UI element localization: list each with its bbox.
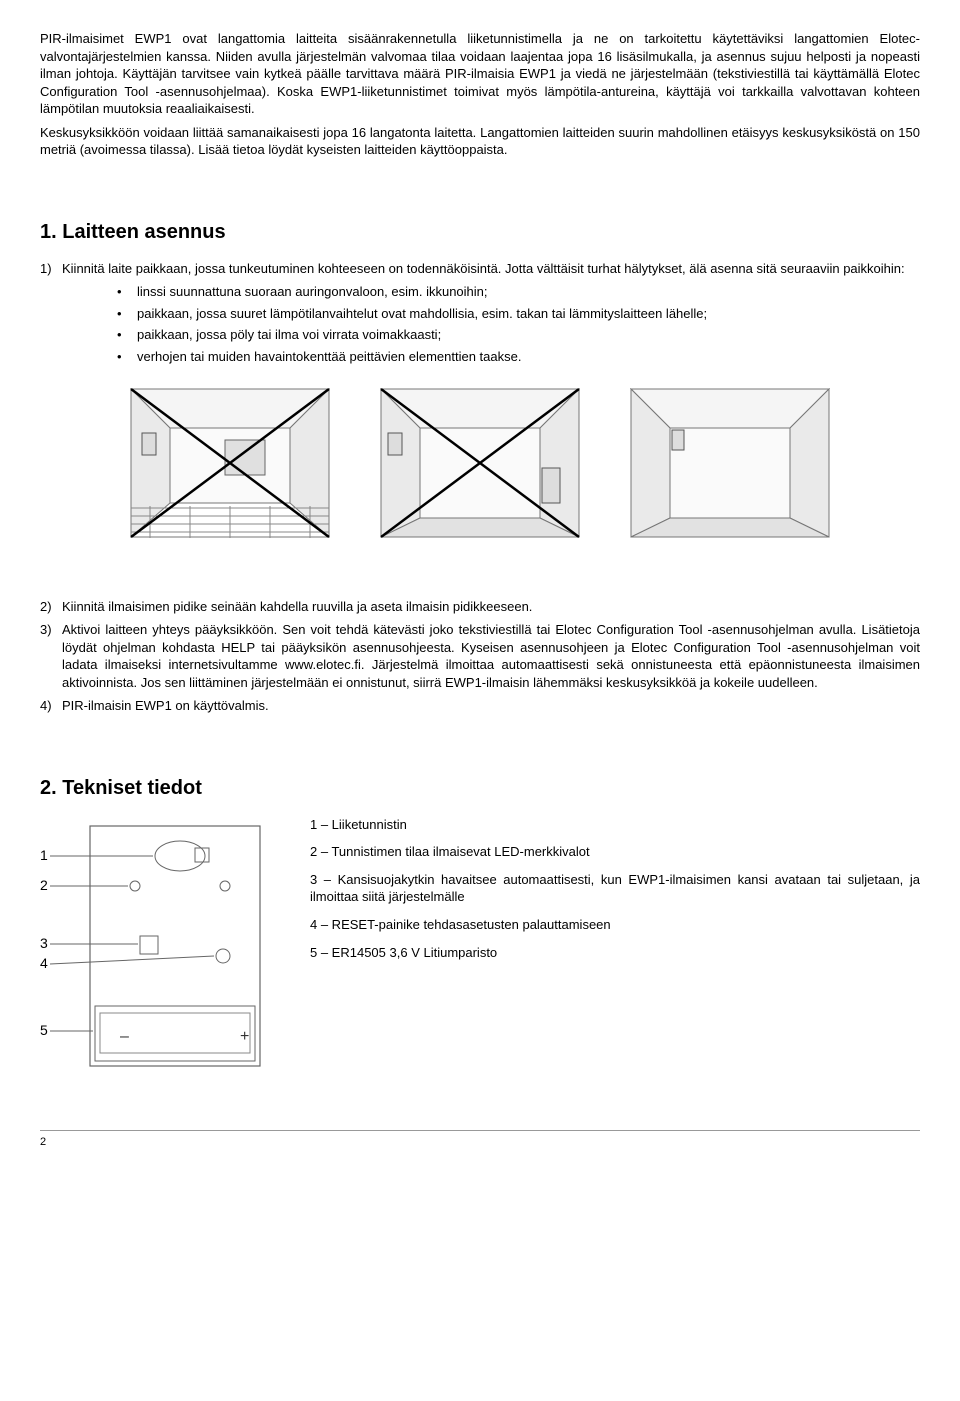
- step-1-sub-2: paikkaan, jossa suuret lämpötilanvaihtel…: [117, 305, 920, 323]
- section2-title: 2. Tekniset tiedot: [40, 775, 920, 802]
- step-1-sub-4: verhojen tai muiden havaintokenttää peit…: [117, 348, 920, 366]
- diagram-label-1: 1: [40, 847, 48, 863]
- intro-paragraph-2: Keskusyksikköön voidaan liittää samanaik…: [40, 124, 920, 159]
- diagram-label-2: 2: [40, 877, 48, 893]
- battery-minus-label: –: [120, 1028, 129, 1045]
- step-4: 4)PIR-ilmaisin EWP1 on käyttövalmis.: [40, 697, 920, 715]
- intro-paragraph-1: PIR-ilmaisimet EWP1 ovat langattomia lai…: [40, 30, 920, 118]
- techlabel-3: 3 – Kansisuojakytkin havaitsee automaatt…: [310, 871, 920, 906]
- placement-figure-2: [380, 388, 580, 538]
- placement-figure-3: [630, 388, 830, 538]
- step-3: 3)Aktivoi laitteen yhteys pääyksikköön. …: [40, 621, 920, 691]
- diagram-label-5: 5: [40, 1022, 48, 1038]
- step-1-sub-3: paikkaan, jossa pöly tai ilma voi virrat…: [117, 326, 920, 344]
- diagram-label-3: 3: [40, 935, 48, 951]
- device-diagram: – + 1 2 3 4 5: [40, 816, 280, 1081]
- step-1-sub-1: linssi suunnattuna suoraan auringonvaloo…: [117, 283, 920, 301]
- page-number: 2: [40, 1136, 46, 1148]
- step-2: 2)Kiinnitä ilmaisimen pidike seinään kah…: [40, 598, 920, 616]
- techlabel-5: 5 – ER14505 3,6 V Litiumparisto: [310, 944, 920, 962]
- step-1: 1)Kiinnitä laite paikkaan, jossa tunkeut…: [40, 260, 920, 366]
- step-1-text: Kiinnitä laite paikkaan, jossa tunkeutum…: [62, 261, 905, 276]
- techlabel-2: 2 – Tunnistimen tilaa ilmaisevat LED-mer…: [310, 843, 920, 861]
- section1-title: 1. Laitteen asennus: [40, 219, 920, 246]
- placement-figures: [40, 388, 920, 538]
- techlabel-4: 4 – RESET-painike tehdasasetusten palaut…: [310, 916, 920, 934]
- battery-plus-label: +: [240, 1028, 249, 1045]
- placement-figure-1: [130, 388, 330, 538]
- techlabel-1: 1 – Liiketunnistin: [310, 816, 920, 834]
- diagram-label-4: 4: [40, 955, 48, 971]
